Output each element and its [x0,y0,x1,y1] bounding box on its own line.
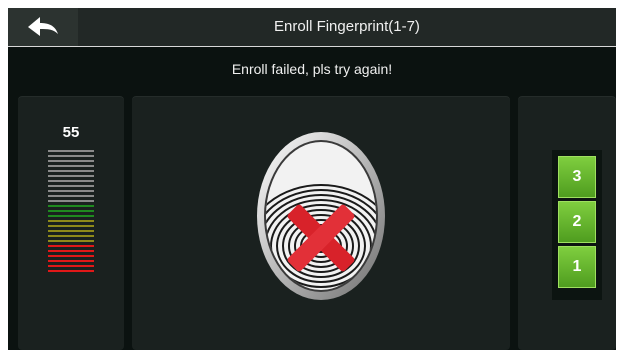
quality-bar [48,230,94,232]
quality-bar [48,185,94,187]
quality-bar [48,240,94,242]
enroll-screen: Enroll Fingerprint(1-7) Enroll failed, p… [8,8,616,350]
quality-bar [48,160,94,162]
quality-bar [48,215,94,217]
quality-bar [48,180,94,182]
quality-bar [48,200,94,202]
enroll-steps: 3 2 1 [552,150,602,300]
quality-bar [48,220,94,222]
step-1: 1 [558,246,596,288]
quality-panel: 55 [18,96,124,350]
quality-bar [48,250,94,252]
quality-bar [48,150,94,152]
quality-bar [48,190,94,192]
quality-meter [48,150,94,275]
step-3: 3 [558,156,596,198]
quality-bar [48,155,94,157]
quality-bar [48,235,94,237]
quality-bar [48,195,94,197]
page-title: Enroll Fingerprint(1-7) [274,18,420,35]
quality-bar [48,175,94,177]
fingerprint-panel [132,96,510,350]
back-arrow-icon [28,17,58,36]
back-button[interactable] [8,8,78,46]
status-message: Enroll failed, pls try again! [231,61,393,77]
quality-bar [48,225,94,227]
quality-bar [48,255,94,257]
quality-bar [48,265,94,267]
fingerprint-failed-icon [254,126,388,306]
step-2: 2 [558,201,596,243]
quality-bar [48,260,94,262]
quality-bar [48,165,94,167]
quality-bar [48,170,94,172]
title-bar: Enroll Fingerprint(1-7) [8,8,616,47]
quality-bar [48,205,94,207]
quality-bar [48,210,94,212]
steps-panel: 3 2 1 [518,96,616,350]
quality-bar [48,245,94,247]
quality-bar [48,270,94,272]
quality-value: 55 [62,124,80,141]
